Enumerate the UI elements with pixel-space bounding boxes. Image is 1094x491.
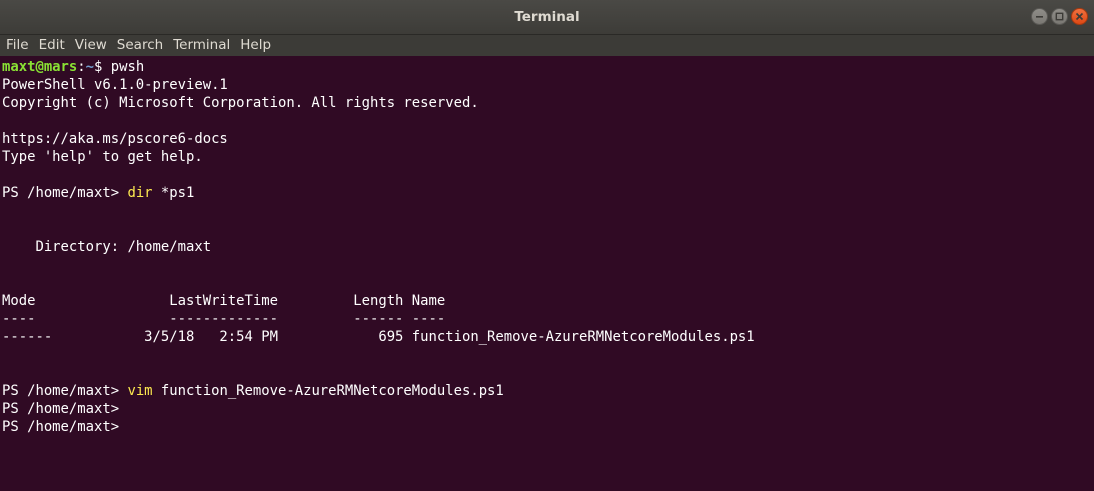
menu-edit[interactable]: Edit bbox=[34, 35, 70, 56]
prompt-user-host: maxt@mars bbox=[2, 59, 78, 75]
prompt-path: ~ bbox=[85, 59, 95, 75]
prompt-symbol: $ bbox=[94, 59, 111, 75]
ps-prompt-line: PS /home/maxt> bbox=[2, 401, 120, 417]
terminal-window: Terminal File Edit View Search Terminal … bbox=[0, 0, 1094, 491]
command-args: *ps1 bbox=[152, 185, 195, 201]
table-header: Mode LastWriteTime Length Name bbox=[2, 293, 446, 309]
menu-file[interactable]: File bbox=[1, 35, 34, 56]
command-name: vim bbox=[127, 383, 153, 399]
minimize-button[interactable] bbox=[1031, 8, 1048, 25]
window-title: Terminal bbox=[514, 9, 580, 25]
menu-search[interactable]: Search bbox=[112, 35, 168, 56]
directory-line: Directory: /home/maxt bbox=[2, 239, 212, 255]
bash-prompt-line: maxt@mars:~$ pwsh bbox=[2, 58, 1094, 76]
close-icon bbox=[1075, 12, 1084, 21]
ps-prompt: PS /home/maxt> bbox=[2, 185, 128, 201]
output-line: https://aka.ms/pscore6-docs bbox=[2, 131, 228, 147]
title-bar[interactable]: Terminal bbox=[0, 0, 1094, 35]
ps-command-line: PS /home/maxt> vim function_Remove-Azure… bbox=[2, 382, 1094, 400]
prompt-separator: : bbox=[77, 59, 86, 75]
command-args: function_Remove-AzureRMNetcoreModules.ps… bbox=[152, 383, 504, 399]
terminal-output[interactable]: maxt@mars:~$ pwsh PowerShell v6.1.0-prev… bbox=[0, 56, 1094, 491]
table-separator: ---- ------------- ------ ---- bbox=[2, 311, 446, 327]
prompt-command: pwsh bbox=[110, 59, 145, 75]
maximize-button[interactable] bbox=[1051, 8, 1068, 25]
menu-view[interactable]: View bbox=[70, 35, 112, 56]
command-name: dir bbox=[127, 185, 153, 201]
table-row: ------ 3/5/18 2:54 PM 695 function_Remov… bbox=[2, 329, 755, 345]
output-line: Type 'help' to get help. bbox=[2, 149, 203, 165]
maximize-icon bbox=[1055, 12, 1064, 21]
ps-prompt: PS /home/maxt> bbox=[2, 383, 128, 399]
output-line: Copyright (c) Microsoft Corporation. All… bbox=[2, 95, 479, 111]
menu-bar: File Edit View Search Terminal Help bbox=[0, 35, 1094, 56]
ps-command-line: PS /home/maxt> dir *ps1 bbox=[2, 184, 1094, 202]
window-controls bbox=[1031, 8, 1088, 25]
ps-prompt-line: PS /home/maxt> bbox=[2, 419, 120, 435]
menu-help[interactable]: Help bbox=[235, 35, 276, 56]
minimize-icon bbox=[1036, 16, 1043, 18]
close-button[interactable] bbox=[1071, 8, 1088, 25]
output-line: PowerShell v6.1.0-preview.1 bbox=[2, 77, 228, 93]
menu-terminal[interactable]: Terminal bbox=[168, 35, 235, 56]
